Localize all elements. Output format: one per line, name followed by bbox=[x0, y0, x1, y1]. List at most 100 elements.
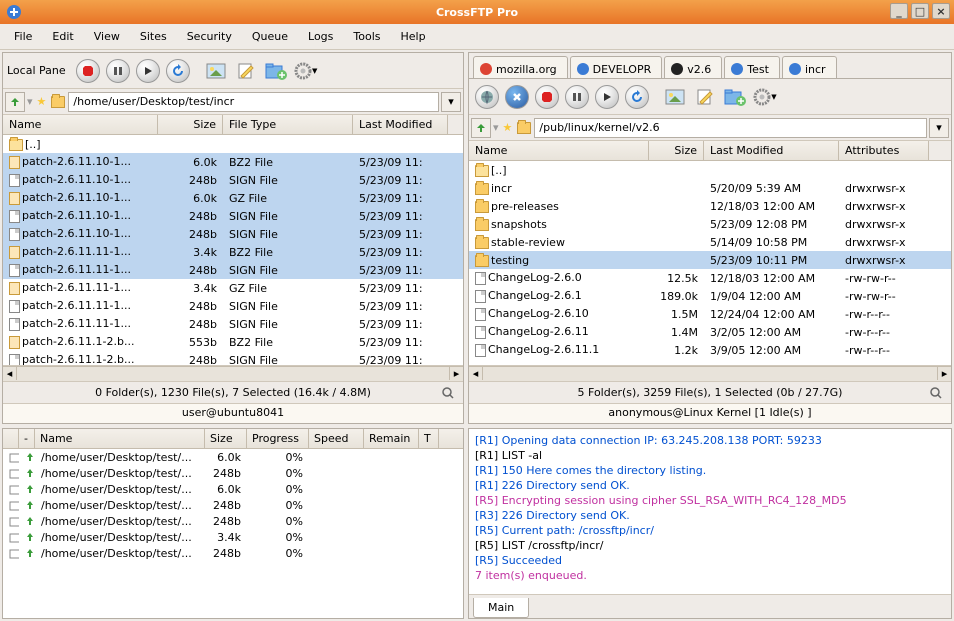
connect-button[interactable] bbox=[473, 83, 501, 111]
stop-button[interactable] bbox=[74, 57, 102, 85]
settings-button[interactable]: ▼ bbox=[292, 57, 320, 85]
queue-row[interactable]: /home/user/Desktop/test/...6.0k0% bbox=[3, 449, 463, 465]
menu-edit[interactable]: Edit bbox=[42, 26, 83, 47]
local-file-table[interactable]: NameSizeFile TypeLast Modified[..]patch-… bbox=[3, 115, 463, 366]
table-row[interactable]: ChangeLog-2.6.101.5M12/24/04 12:00 AM-rw… bbox=[469, 305, 951, 323]
table-row[interactable]: patch-2.6.11.10-1...248bSIGN File5/23/09… bbox=[3, 171, 463, 189]
column-name[interactable]: Name bbox=[3, 115, 158, 134]
local-path-input[interactable] bbox=[68, 92, 439, 112]
maximize-button[interactable]: □ bbox=[911, 3, 929, 19]
table-row[interactable]: [..] bbox=[469, 161, 951, 179]
log-body[interactable]: [R1] Opening data connection IP: 63.245.… bbox=[469, 429, 951, 594]
queue-row[interactable]: /home/user/Desktop/test/...248b0% bbox=[3, 513, 463, 529]
abort-button[interactable] bbox=[533, 83, 561, 111]
remote-new-folder-button[interactable] bbox=[721, 83, 749, 111]
queue-row[interactable]: /home/user/Desktop/test/...248b0% bbox=[3, 545, 463, 561]
table-row[interactable]: ChangeLog-2.6.11.11.2k3/9/05 12:00 AM-rw… bbox=[469, 341, 951, 359]
table-row[interactable]: patch-2.6.11.10-1...248bSIGN File5/23/09… bbox=[3, 225, 463, 243]
table-row[interactable]: stable-review5/14/09 10:58 PMdrwxrwsr-x bbox=[469, 233, 951, 251]
table-row[interactable]: patch-2.6.11.11-1...248bSIGN File5/23/09… bbox=[3, 261, 463, 279]
remote-hscroll[interactable]: ◂ ▸ bbox=[469, 366, 951, 381]
tab-developr[interactable]: DEVELOPR bbox=[570, 56, 663, 78]
image-button[interactable] bbox=[202, 57, 230, 85]
column-last-modified[interactable]: Last Modified bbox=[704, 141, 839, 160]
remote-search-icon[interactable] bbox=[929, 386, 943, 400]
queue-row[interactable]: /home/user/Desktop/test/...248b0% bbox=[3, 465, 463, 481]
refresh-button[interactable] bbox=[164, 57, 192, 85]
table-row[interactable]: patch-2.6.11.10-1...248bSIGN File5/23/09… bbox=[3, 207, 463, 225]
queue-row[interactable]: /home/user/Desktop/test/...248b0% bbox=[3, 497, 463, 513]
remote-up-button[interactable] bbox=[471, 118, 491, 138]
column-size[interactable]: Size bbox=[158, 115, 223, 134]
table-row[interactable]: [..] bbox=[3, 135, 463, 153]
disconnect-button[interactable] bbox=[503, 83, 531, 111]
close-button[interactable]: × bbox=[932, 3, 950, 19]
pause-button[interactable] bbox=[104, 57, 132, 85]
menu-queue[interactable]: Queue bbox=[242, 26, 298, 47]
column-size[interactable]: Size bbox=[649, 141, 704, 160]
tab-test[interactable]: Test bbox=[724, 56, 780, 78]
menu-file[interactable]: File bbox=[4, 26, 42, 47]
remote-path-dropdown[interactable]: ▾ bbox=[929, 118, 949, 138]
table-row[interactable]: ChangeLog-2.6.012.5k12/18/03 12:00 AM-rw… bbox=[469, 269, 951, 287]
queue-col[interactable]: Speed bbox=[309, 429, 364, 448]
column-name[interactable]: Name bbox=[469, 141, 649, 160]
queue-row[interactable]: /home/user/Desktop/test/...3.4k0% bbox=[3, 529, 463, 545]
menu-logs[interactable]: Logs bbox=[298, 26, 343, 47]
queue-col[interactable]: Remain bbox=[364, 429, 419, 448]
menu-view[interactable]: View bbox=[84, 26, 130, 47]
tab-icon bbox=[731, 63, 743, 75]
menu-help[interactable]: Help bbox=[391, 26, 436, 47]
column-attributes[interactable]: Attributes bbox=[839, 141, 929, 160]
table-row[interactable]: ChangeLog-2.6.1189.0k1/9/04 12:00 AM-rw-… bbox=[469, 287, 951, 305]
table-row[interactable]: patch-2.6.11.1-2.b...553bBZ2 File5/23/09… bbox=[3, 333, 463, 351]
bookmark-icon[interactable]: ★ bbox=[37, 95, 47, 108]
table-row[interactable]: snapshots5/23/09 12:08 PMdrwxrwsr-x bbox=[469, 215, 951, 233]
table-row[interactable]: patch-2.6.11.1-2.b...248bSIGN File5/23/0… bbox=[3, 351, 463, 366]
table-row[interactable]: patch-2.6.11.10-1...6.0kGZ File5/23/09 1… bbox=[3, 189, 463, 207]
up-button[interactable] bbox=[5, 92, 25, 112]
play-button[interactable] bbox=[134, 57, 162, 85]
menu-security[interactable]: Security bbox=[177, 26, 242, 47]
log-tab-main[interactable]: Main bbox=[473, 598, 529, 618]
column-file-type[interactable]: File Type bbox=[223, 115, 353, 134]
table-row[interactable]: patch-2.6.11.10-1...6.0kBZ2 File5/23/09 … bbox=[3, 153, 463, 171]
tab-v2-6[interactable]: v2.6 bbox=[664, 56, 722, 78]
remote-file-table[interactable]: NameSizeLast ModifiedAttributes[..]incr5… bbox=[469, 141, 951, 366]
table-row[interactable]: patch-2.6.11.11-1...248bSIGN File5/23/09… bbox=[3, 297, 463, 315]
queue-col[interactable]: T bbox=[419, 429, 439, 448]
table-row[interactable]: ChangeLog-2.6.111.4M3/2/05 12:00 AM-rw-r… bbox=[469, 323, 951, 341]
queue-col[interactable]: - bbox=[19, 429, 35, 448]
remote-edit-button[interactable] bbox=[691, 83, 719, 111]
queue-row[interactable]: /home/user/Desktop/test/...6.0k0% bbox=[3, 481, 463, 497]
search-icon[interactable] bbox=[441, 386, 455, 400]
tab-incr[interactable]: incr bbox=[782, 56, 837, 78]
path-dropdown[interactable]: ▾ bbox=[441, 92, 461, 112]
queue-col[interactable]: Size bbox=[205, 429, 247, 448]
tab-mozilla-org[interactable]: mozilla.org bbox=[473, 56, 568, 78]
minimize-button[interactable]: _ bbox=[890, 3, 908, 19]
table-row[interactable]: patch-2.6.11.11-1...3.4kBZ2 File5/23/09 … bbox=[3, 243, 463, 261]
remote-bookmark-icon[interactable]: ★ bbox=[503, 121, 513, 134]
new-folder-button[interactable] bbox=[262, 57, 290, 85]
table-row[interactable]: patch-2.6.11.11-1...3.4kGZ File5/23/09 1… bbox=[3, 279, 463, 297]
table-row[interactable]: patch-2.6.11.11-1...248bSIGN File5/23/09… bbox=[3, 315, 463, 333]
edit-button[interactable] bbox=[232, 57, 260, 85]
queue-col[interactable]: Progress bbox=[247, 429, 309, 448]
remote-refresh-button[interactable] bbox=[623, 83, 651, 111]
table-row[interactable]: incr5/20/09 5:39 AMdrwxrwsr-x bbox=[469, 179, 951, 197]
queue-col[interactable]: Name bbox=[35, 429, 205, 448]
remote-play-button[interactable] bbox=[593, 83, 621, 111]
queue-col[interactable] bbox=[3, 429, 19, 448]
column-last-modified[interactable]: Last Modified bbox=[353, 115, 448, 134]
remote-settings-button[interactable]: ▼ bbox=[751, 83, 779, 111]
local-hscroll[interactable]: ◂ ▸ bbox=[3, 366, 463, 381]
menu-sites[interactable]: Sites bbox=[130, 26, 177, 47]
table-row[interactable]: testing5/23/09 10:11 PMdrwxrwsr-x bbox=[469, 251, 951, 269]
remote-image-button[interactable] bbox=[661, 83, 689, 111]
remote-path-input[interactable] bbox=[534, 118, 927, 138]
table-row[interactable]: pre-releases12/18/03 12:00 AMdrwxrwsr-x bbox=[469, 197, 951, 215]
remote-pause-button[interactable] bbox=[563, 83, 591, 111]
queue-body[interactable]: /home/user/Desktop/test/...6.0k0%/home/u… bbox=[3, 449, 463, 618]
menu-tools[interactable]: Tools bbox=[343, 26, 390, 47]
